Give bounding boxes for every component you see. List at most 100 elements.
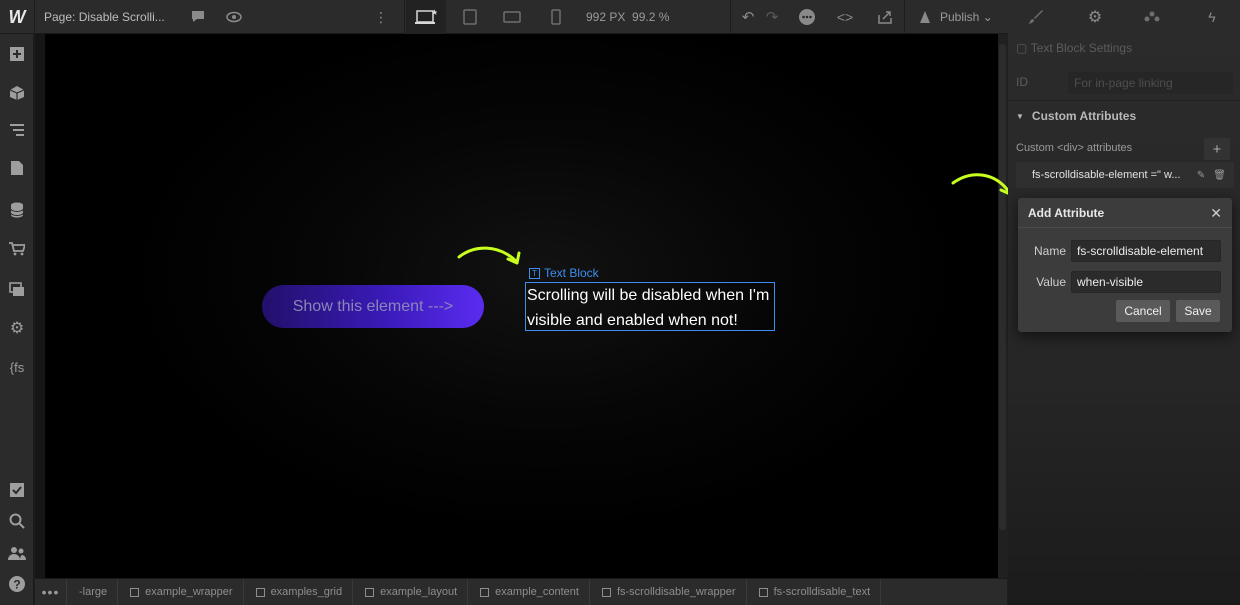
symbols-cube-icon[interactable] [0, 78, 34, 108]
breadcrumb: ••• -large example_wrapper examples_grid… [35, 578, 1007, 605]
tablet-breakpoint-icon[interactable] [458, 0, 482, 34]
text-block-line: visible and enabled when not! [527, 312, 738, 329]
divider [730, 0, 731, 34]
green-arrow-pointer [457, 246, 521, 265]
breadcrumb-label: fs-scrolldisable_wrapper [616, 586, 736, 598]
mobile-portrait-icon[interactable] [546, 0, 566, 34]
div-block-icon [365, 587, 375, 597]
show-element-button[interactable]: Show this element ---> [262, 285, 484, 328]
value-label: Value [1036, 275, 1066, 289]
div-block-icon [255, 587, 265, 597]
breadcrumb-label: example_layout [380, 586, 458, 598]
webflow-logo[interactable]: W [0, 0, 34, 34]
preview-eye-icon[interactable] [222, 0, 246, 34]
breadcrumb-label: -large [79, 586, 108, 598]
tasks-checkbox-icon[interactable] [0, 475, 34, 505]
export-icon[interactable] [872, 0, 898, 34]
code-icon[interactable]: <> [832, 0, 858, 34]
more-vertical-icon[interactable]: ⋮ [372, 0, 390, 34]
page-prefix: Page: [44, 10, 76, 24]
breadcrumb-label: example_content [495, 586, 579, 598]
breadcrumb-item[interactable]: -large [67, 578, 119, 605]
finsweet-extension-icon[interactable]: {fs [0, 352, 34, 382]
canvas-width: 992 PX [586, 10, 626, 24]
attribute-name-input[interactable]: fs-scrolldisable-element [1071, 240, 1221, 262]
text-block-icon: T [529, 267, 540, 279]
divider [1008, 100, 1240, 101]
div-block-icon [601, 587, 611, 597]
dialog-title: Add Attribute [1018, 198, 1232, 228]
add-elements-icon[interactable] [0, 39, 34, 69]
page-selector[interactable]: Page: Disable Scrolli... [44, 0, 165, 34]
id-input[interactable]: For in-page linking [1068, 72, 1233, 94]
breadcrumb-item[interactable]: example_wrapper [118, 578, 244, 605]
id-label: ID [1016, 75, 1028, 89]
cms-database-icon[interactable] [0, 195, 34, 225]
navigator-icon[interactable] [0, 115, 34, 145]
close-icon[interactable]: ✕ [1210, 205, 1222, 222]
text-block-icon: ▢ [1016, 41, 1028, 55]
breadcrumb-item[interactable]: example_content [468, 578, 590, 605]
pencil-edit-icon[interactable]: ✎ [1197, 170, 1205, 181]
ecommerce-cart-icon[interactable] [0, 234, 34, 264]
trash-icon[interactable]: 🗑 [1213, 170, 1226, 181]
undo-icon[interactable]: ↶ [738, 0, 758, 34]
comment-icon[interactable] [186, 0, 210, 34]
breadcrumb-label: examples_grid [270, 586, 343, 598]
style-brush-icon[interactable] [1024, 0, 1048, 34]
attribute-value-input[interactable]: when-visible [1071, 271, 1221, 293]
project-settings-gear-icon[interactable]: ⚙ [0, 313, 34, 343]
caret-down-icon: ▼ [1016, 111, 1024, 121]
desktop-breakpoint-icon[interactable]: ★ [406, 0, 446, 34]
green-arrow-pointer [951, 173, 1014, 196]
users-icon[interactable] [0, 538, 34, 568]
name-label: Name [1033, 244, 1066, 258]
top-bar: W Page: Disable Scrolli... ⋮ ★ 992 PX 99… [0, 0, 1240, 34]
pages-icon[interactable] [0, 153, 34, 183]
interactions-icon[interactable] [1140, 0, 1164, 34]
text-block-line: Scrolling will be disabled when I'm [527, 287, 770, 304]
text-block-icon [758, 587, 768, 597]
help-question-icon[interactable]: ? [0, 569, 34, 599]
breadcrumb-item[interactable]: fs-scrolldisable_wrapper [590, 578, 747, 605]
publish-button[interactable]: Publish ⌄ [940, 0, 993, 34]
custom-attributes-subtitle: Custom <div> attributes [1016, 142, 1133, 154]
breadcrumb-item[interactable]: example_layout [353, 578, 469, 605]
attribute-text: fs-scrolldisable-element =" w... [1032, 169, 1181, 181]
breadcrumb-label: fs-scrolldisable_text [773, 586, 871, 598]
add-attribute-dialog: Add Attribute ✕ Name fs-scrolldisable-el… [1018, 198, 1232, 332]
mobile-landscape-icon[interactable] [500, 0, 524, 34]
divider [904, 0, 905, 34]
page-name: Disable Scrolli... [78, 10, 165, 24]
redo-icon[interactable]: ↷ [762, 0, 782, 34]
save-button[interactable]: Save [1176, 300, 1220, 322]
breadcrumb-label: example_wrapper [145, 586, 233, 598]
assets-images-icon[interactable] [0, 274, 34, 304]
canvas-zoom: 99.2 % [632, 10, 670, 24]
breadcrumb-item[interactable]: fs-scrolldisable_text [747, 578, 882, 605]
settings-title: ▢ Text Block Settings [1016, 41, 1132, 55]
lightning-icon[interactable]: ϟ [1200, 0, 1224, 34]
attribute-row[interactable]: fs-scrolldisable-element =" w... ✎ 🗑 [1016, 162, 1234, 188]
publish-rocket-icon [914, 0, 936, 34]
div-block-icon [130, 587, 140, 597]
svg-text:★: ★ [431, 9, 437, 17]
canvas[interactable] [45, 34, 998, 578]
breadcrumb-item[interactable]: examples_grid [244, 578, 354, 605]
custom-attributes-heading[interactable]: ▼ Custom Attributes [1016, 109, 1136, 123]
left-toolbar: ⚙ {fs ? [0, 34, 34, 605]
add-attribute-button[interactable]: + [1204, 138, 1230, 160]
settings-gear-icon[interactable]: ⚙ [1083, 0, 1107, 34]
selection-label-text: Text Block [544, 266, 599, 280]
svg-text:?: ? [13, 578, 20, 592]
style-manager-icon[interactable] [796, 0, 818, 34]
divider [34, 0, 35, 34]
selected-text-block[interactable]: Scrolling will be disabled when I'm visi… [525, 282, 775, 331]
more-horizontal-icon[interactable]: ••• [35, 578, 67, 605]
custom-attributes-title: Custom Attributes [1031, 109, 1137, 123]
canvas-scrollbar-thumb[interactable] [999, 44, 1006, 530]
search-icon[interactable] [0, 506, 34, 536]
divider [404, 0, 405, 34]
cancel-button[interactable]: Cancel [1116, 300, 1170, 322]
selection-label: T Text Block [529, 266, 599, 280]
